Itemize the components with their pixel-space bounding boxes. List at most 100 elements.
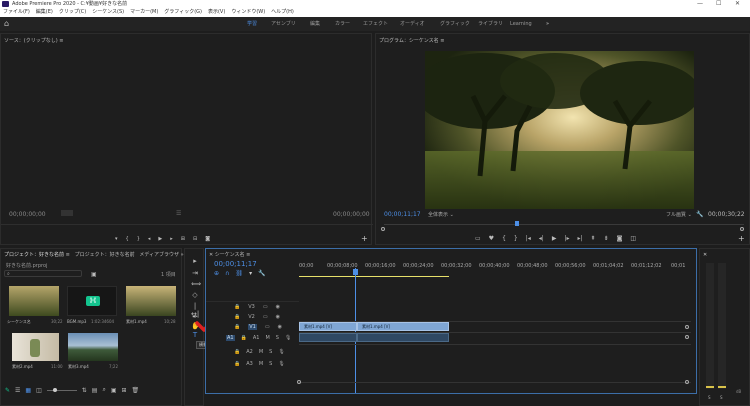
pencil-icon[interactable]: ✎ — [5, 387, 10, 394]
video-scroll-handle[interactable] — [685, 325, 689, 329]
video-clip-2[interactable]: 素材1.mp4 [V] — [357, 322, 449, 331]
timeline-zoom-bar[interactable] — [299, 382, 691, 383]
go-to-in-icon[interactable]: |◂ — [526, 235, 531, 242]
thumb-sequence[interactable] — [9, 286, 59, 316]
sort-icon[interactable]: ⇅ — [82, 387, 87, 394]
overwrite-icon[interactable]: ⊟ — [193, 236, 197, 242]
linked-selection-icon[interactable]: ⛓ — [235, 270, 243, 277]
program-panel-title[interactable]: プログラム：シーケンス名 — [379, 38, 439, 44]
source-timecode-left[interactable]: 00;00;00;00 — [9, 211, 46, 218]
step-back-icon[interactable]: ◂| — [539, 235, 544, 242]
work-area-bar[interactable] — [299, 276, 449, 277]
add-marker-icon[interactable]: ▾ — [249, 270, 252, 277]
menu-edit[interactable]: 編集(E) — [33, 8, 56, 17]
eye-icon[interactable]: ◉ — [278, 324, 282, 330]
program-add-button-icon[interactable]: + — [738, 234, 745, 243]
meter-solo-left[interactable]: S — [708, 395, 711, 400]
zoom-handle-right[interactable] — [685, 380, 689, 384]
panel-menu-icon[interactable]: ≡ — [440, 38, 444, 44]
meter-close-icon[interactable]: ✕ — [703, 252, 707, 258]
thumb-clip2[interactable] — [12, 333, 59, 361]
thumb-clip3[interactable] — [68, 333, 118, 361]
solo-button[interactable]: S — [269, 361, 272, 367]
meter-solo-right[interactable]: S — [720, 395, 723, 400]
menu-help[interactable]: ヘルプ(H) — [268, 8, 297, 17]
mark-in-icon[interactable]: { — [126, 236, 129, 242]
program-playhead-timecode[interactable]: 00;00;11;17 — [384, 211, 421, 218]
workspace-tab-graphics[interactable]: グラフィック — [440, 17, 470, 31]
zoom-handle-right[interactable] — [740, 227, 744, 231]
tab-media-browser[interactable]: メディアブラウザ — [139, 252, 179, 258]
video-clip-1[interactable]: 素材1.mp4 [V] — [299, 322, 357, 331]
mic-icon[interactable]: 🎙 — [278, 349, 284, 355]
find-icon[interactable]: ⌕ — [102, 386, 105, 394]
minimize-button[interactable]: — — [697, 0, 703, 8]
menu-file[interactable]: ファイル(F) — [0, 8, 33, 17]
workspace-tab-color[interactable]: カラー — [335, 17, 350, 31]
menu-clip[interactable]: クリップ(C) — [56, 8, 89, 17]
wrench-icon[interactable]: 🔧 — [696, 211, 703, 218]
menu-graphics[interactable]: グラフィック(G) — [161, 8, 205, 17]
extract-icon[interactable]: ⇟ — [604, 235, 609, 242]
slip-tool-icon[interactable]: |↔| — [191, 302, 199, 318]
mark-in-icon[interactable]: { — [502, 235, 506, 242]
zoom-handle-left[interactable] — [297, 380, 301, 384]
workspace-tab-learning-jp[interactable]: 学習 — [247, 17, 257, 31]
sync-icon[interactable]: ▭ — [263, 314, 268, 320]
lock-icon[interactable]: 🔒 — [234, 324, 240, 330]
thumb-bgm[interactable]: ⟫⟪ — [67, 286, 117, 316]
close-button[interactable]: ✕ — [735, 0, 740, 8]
lock-icon[interactable]: 🔒 — [234, 314, 240, 320]
home-icon[interactable]: ⌂ — [4, 19, 14, 29]
mic-icon[interactable]: 🎙 — [285, 335, 291, 341]
menu-view[interactable]: 表示(V) — [205, 8, 228, 17]
workspace-tab-audio[interactable]: オーディオ — [400, 17, 425, 31]
menu-sequence[interactable]: シーケンス(S) — [89, 8, 127, 17]
source-scrub-bar[interactable] — [1, 224, 373, 225]
freeform-view-icon[interactable]: ◫ — [36, 387, 42, 394]
mic-icon[interactable]: 🎙 — [278, 361, 284, 367]
sync-icon[interactable]: ▭ — [265, 324, 270, 330]
workspace-tab-editing[interactable]: 編集 — [310, 17, 320, 31]
export-frame-icon[interactable]: ◙ — [617, 235, 623, 242]
audio-clip-1[interactable] — [299, 333, 357, 342]
razor-tool-icon[interactable]: ◇ — [191, 291, 199, 299]
tab-project-2[interactable]: プロジェクト：好きな名前 — [75, 252, 135, 258]
delete-icon[interactable]: 🗑 — [132, 387, 140, 394]
export-frame-icon[interactable]: ◙ — [205, 236, 210, 242]
menu-window[interactable]: ウィンドウ(W) — [228, 8, 268, 17]
mark-out-icon[interactable]: } — [514, 235, 518, 242]
workspace-tab-learning[interactable]: Learning — [510, 17, 532, 31]
playhead-handle[interactable] — [353, 269, 358, 275]
audio-clip-2[interactable] — [357, 333, 449, 342]
add-marker-icon[interactable]: ♥ — [489, 235, 494, 242]
compare-icon[interactable]: ◫ — [630, 235, 636, 242]
solo-button[interactable]: S — [276, 335, 279, 341]
timeline-close-icon[interactable]: ✕ — [209, 252, 213, 258]
workspace-tab-assembly[interactable]: アセンブリ — [271, 17, 296, 31]
snap-icon[interactable]: ∩ — [225, 270, 229, 277]
icon-view-icon[interactable]: ▦ — [25, 387, 31, 394]
play-icon[interactable]: ▶ — [552, 235, 557, 242]
lock-icon[interactable]: 🔒 — [234, 349, 240, 355]
selection-tool-icon[interactable]: ▸ — [191, 257, 199, 265]
lock-icon[interactable]: 🔒 — [234, 304, 240, 310]
lock-icon[interactable]: 🔒 — [234, 361, 240, 367]
solo-button[interactable]: S — [269, 349, 272, 355]
eye-icon[interactable]: ◉ — [276, 314, 280, 320]
more-workspaces-icon[interactable]: » — [546, 17, 549, 31]
zoom-handle-left[interactable] — [381, 227, 385, 231]
new-item-icon[interactable]: ⊞ — [122, 387, 127, 394]
track-select-tool-icon[interactable]: ⇥ — [191, 269, 199, 277]
thumbnail-size-slider[interactable] — [46, 387, 77, 392]
mute-button[interactable]: M — [259, 361, 263, 367]
mute-button[interactable]: M — [265, 335, 269, 341]
timeline-playhead-timecode[interactable]: 00;00;11;17 — [214, 260, 257, 268]
new-bin-bottom-icon[interactable]: ▣ — [111, 387, 117, 394]
mark-out-icon[interactable]: } — [137, 236, 140, 242]
menu-marker[interactable]: マーカー(M) — [127, 8, 161, 17]
source-panel-title[interactable]: ソース：(クリップなし) — [4, 38, 58, 44]
sync-icon[interactable]: ▭ — [263, 304, 268, 310]
source-add-button-icon[interactable]: + — [361, 234, 368, 243]
add-marker-icon[interactable]: ▾ — [115, 236, 118, 242]
